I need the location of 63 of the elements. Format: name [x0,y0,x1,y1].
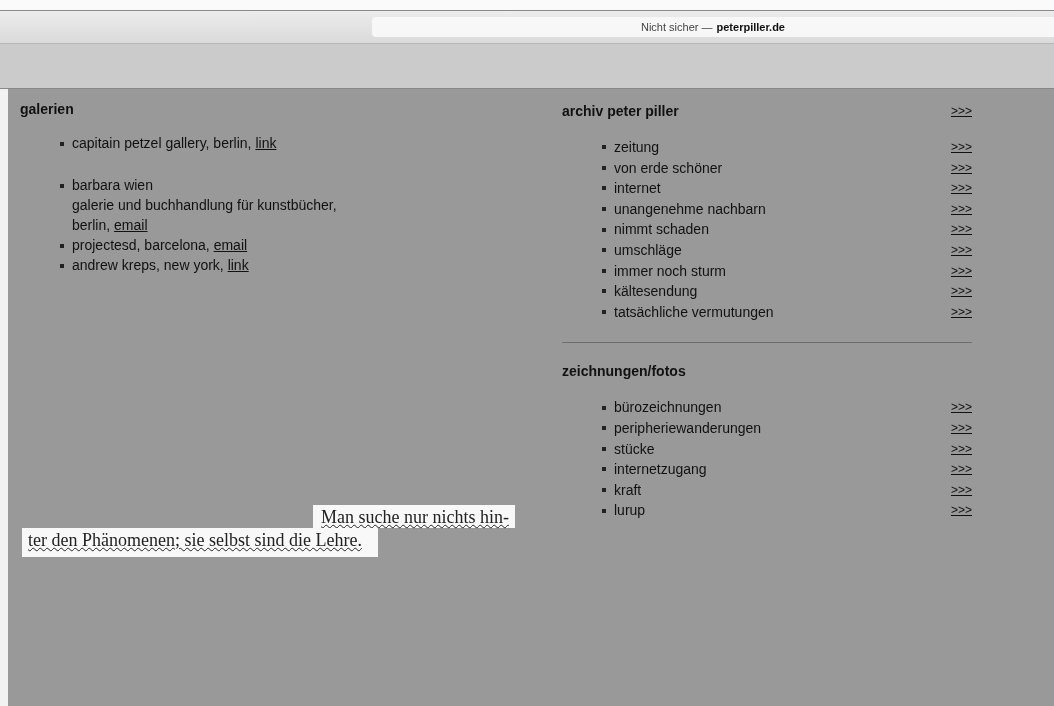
bullet-icon [602,310,606,315]
more-link[interactable]: >>> [950,239,972,261]
list-item: umschläge [614,240,682,260]
bullet-icon [602,248,606,253]
list-item: immer noch sturm [614,261,727,281]
bullet-icon [602,488,606,492]
bullet-icon [602,508,606,513]
bullet-icon [602,227,606,232]
list-item: stücke [614,439,655,459]
more-link[interactable]: >>> [950,479,972,501]
gallery-entry: projectesd, barcelona, email [72,236,248,255]
bullet-icon [602,446,606,451]
list-item: internet [614,179,661,199]
bullet-icon [602,268,606,273]
bullet-icon [602,186,606,191]
list-item: peripheriewanderungen [614,418,762,438]
gallery-entry: andrew kreps, new york, link [72,256,249,275]
list-item: tatsächliche vermutungen [614,302,774,322]
list-item: nimmt schaden [614,220,709,240]
section-heading: galerien [20,101,75,117]
more-link[interactable]: >>> [950,459,972,480]
more-link[interactable]: >>> [950,397,972,418]
more-link[interactable]: >>> [950,137,972,158]
bullet-icon [602,289,606,294]
more-link[interactable]: >>> [950,260,972,282]
more-link[interactable]: >>> [950,417,972,439]
bullet-icon [602,207,606,212]
bullet-icon [60,264,64,268]
gallery-link[interactable]: link [227,257,249,273]
bullet-icon [60,244,64,248]
more-link[interactable]: >>> [950,104,972,118]
more-link[interactable]: >>> [950,198,972,220]
gallery-entry: capitain petzel gallery, berlin, link [72,134,277,153]
list-item: bürozeichnungen [614,398,722,418]
bullet-icon [60,142,64,146]
more-link[interactable]: >>> [950,157,972,179]
bullet-icon [602,426,606,431]
list-item: lurup [614,501,646,521]
more-link[interactable]: >>> [950,281,972,302]
bullet-icon [602,405,606,410]
bullet-icon [602,165,606,170]
address-bar[interactable]: Nicht sicher — peterpiller.de [372,17,1054,37]
section-heading: zeichnungen/fotos [562,363,686,380]
section-heading: archiv peter piller [562,103,679,119]
bullet-icon [602,467,606,472]
list-item: kältesendung [614,282,698,302]
more-link[interactable]: >>> [950,178,972,199]
bullet-icon [60,184,64,188]
quote-clipping: ter den Phänomenen; sie selbst sind die Lehre. [22,528,378,557]
gallery-link[interactable]: email [114,217,148,233]
gallery-link[interactable]: email [213,237,248,253]
list-item: zeitung [614,138,660,157]
bullet-icon [602,145,606,150]
gallery-link[interactable]: link [255,135,277,151]
quote-clipping: Man suche nur nichts hin- [313,505,515,528]
list-item: internetzugang [614,460,707,480]
more-link[interactable]: >>> [950,301,972,323]
list-item: von erde schöner [614,158,723,178]
list-item: unangenehme nachbarn [614,199,766,219]
more-link[interactable]: >>> [950,219,972,240]
list-item: kraft [614,480,642,500]
more-link[interactable]: >>> [950,438,972,460]
more-link[interactable]: >>> [950,500,972,521]
